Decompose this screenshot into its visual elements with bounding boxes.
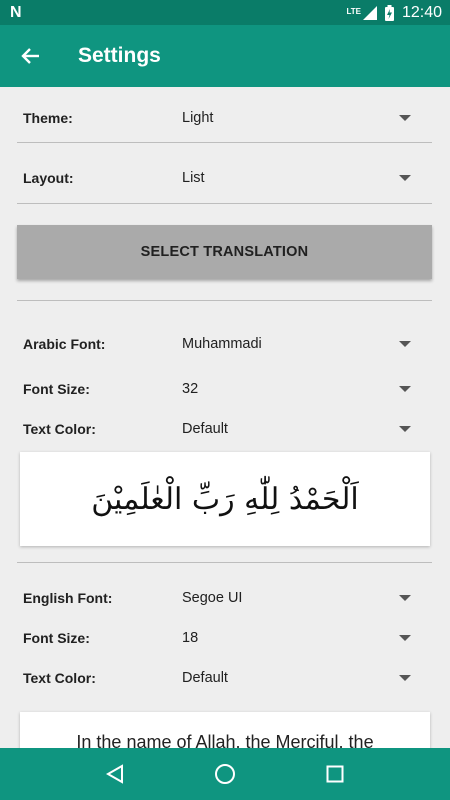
- arabic-size-row[interactable]: Font Size: 32: [23, 374, 433, 404]
- english-size-select-value[interactable]: 18: [182, 630, 399, 646]
- english-font-select-value[interactable]: Segoe UI: [182, 590, 399, 606]
- system-nav-bar: [0, 748, 450, 800]
- page-title: Settings: [78, 44, 161, 67]
- divider: [17, 300, 432, 301]
- english-preview-text: In the name of Allah, the Merciful, the: [76, 732, 374, 748]
- english-color-row[interactable]: Text Color: Default: [23, 663, 433, 693]
- english-color-select-value[interactable]: Default: [182, 670, 399, 686]
- circle-home-icon: [215, 764, 235, 784]
- nav-back-button[interactable]: [95, 754, 135, 794]
- arabic-preview-text: اَلْحَمْدُ لِلّٰهِ رَبِّ الْعٰلَمِيْنَ: [91, 481, 359, 517]
- divider: [17, 562, 432, 563]
- chevron-down-icon[interactable]: [399, 595, 411, 601]
- back-button[interactable]: [0, 25, 62, 87]
- theme-row[interactable]: Theme: Light: [23, 103, 433, 133]
- arabic-font-row[interactable]: Arabic Font: Muhammadi: [23, 329, 433, 359]
- chevron-down-icon[interactable]: [399, 341, 411, 347]
- select-translation-button[interactable]: SELECT TRANSLATION: [17, 225, 432, 279]
- square-recents-icon: [326, 765, 344, 783]
- settings-content[interactable]: Theme: Light Layout: List SELECT TRANSLA…: [0, 87, 450, 748]
- arabic-color-select-value[interactable]: Default: [182, 421, 399, 437]
- arrow-left-icon: [21, 48, 39, 64]
- chevron-down-icon[interactable]: [399, 635, 411, 641]
- signal-icon: [362, 5, 377, 20]
- chevron-down-icon[interactable]: [399, 386, 411, 392]
- app-bar: Settings: [0, 25, 450, 87]
- theme-label: Theme:: [23, 110, 73, 126]
- english-preview-card: In the name of Allah, the Merciful, the: [20, 712, 430, 748]
- chevron-down-icon[interactable]: [399, 426, 411, 432]
- english-size-label: Font Size:: [23, 630, 90, 646]
- nav-home-button[interactable]: [205, 754, 245, 794]
- layout-select-value[interactable]: List: [182, 170, 399, 186]
- arabic-color-row[interactable]: Text Color: Default: [23, 414, 433, 444]
- theme-select-value[interactable]: Light: [182, 110, 399, 126]
- english-font-label: English Font:: [23, 590, 113, 606]
- triangle-back-icon: [105, 764, 123, 784]
- chevron-down-icon[interactable]: [399, 115, 411, 121]
- notification-logo: N: [10, 3, 22, 21]
- chevron-down-icon[interactable]: [399, 675, 411, 681]
- layout-row[interactable]: Layout: List: [23, 163, 433, 193]
- status-bar: N LTE 12:40: [0, 0, 450, 25]
- chevron-down-icon[interactable]: [399, 175, 411, 181]
- arabic-font-select-value[interactable]: Muhammadi: [182, 336, 399, 352]
- arabic-size-select-value[interactable]: 32: [182, 381, 399, 397]
- layout-label: Layout:: [23, 170, 74, 186]
- arabic-font-label: Arabic Font:: [23, 336, 106, 352]
- english-font-row[interactable]: English Font: Segoe UI: [23, 583, 433, 613]
- nav-recents-button[interactable]: [315, 754, 355, 794]
- divider: [17, 203, 432, 204]
- arabic-preview-card: اَلْحَمْدُ لِلّٰهِ رَبِّ الْعٰلَمِيْنَ: [20, 452, 430, 546]
- arabic-size-label: Font Size:: [23, 381, 90, 397]
- arabic-color-label: Text Color:: [23, 421, 96, 437]
- clock: 12:40: [401, 3, 442, 21]
- network-type: LTE: [346, 6, 361, 16]
- english-size-row[interactable]: Font Size: 18: [23, 623, 433, 653]
- english-color-label: Text Color:: [23, 670, 96, 686]
- divider: [17, 142, 432, 143]
- battery-icon: [384, 4, 394, 21]
